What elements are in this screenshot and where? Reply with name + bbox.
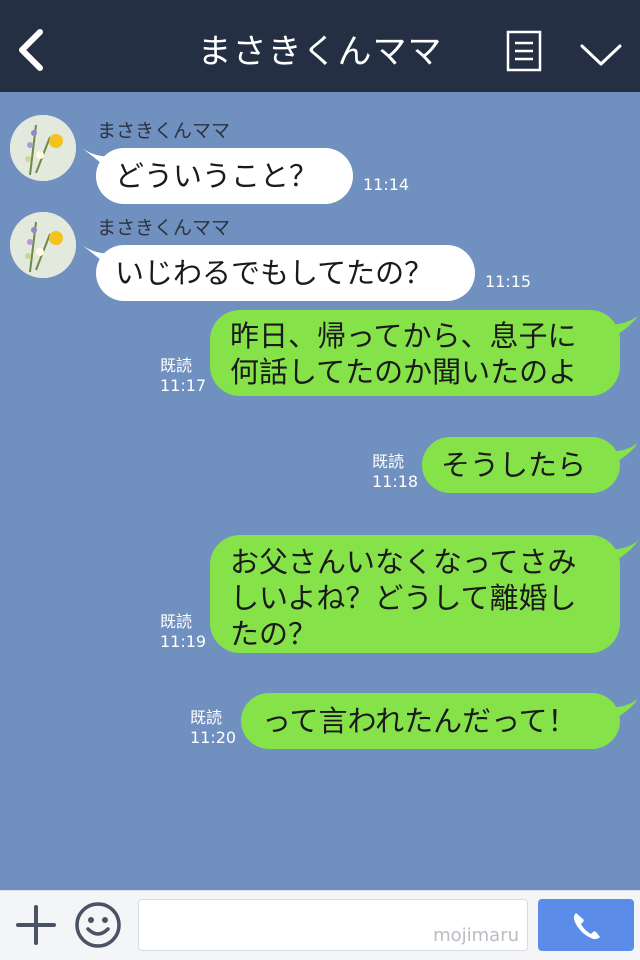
read-receipt: 既読 <box>372 452 405 471</box>
message-bubble[interactable]: そうしたら <box>422 437 620 493</box>
flower-avatar-icon <box>10 115 76 181</box>
note-list-icon <box>506 30 542 72</box>
avatar[interactable] <box>10 115 76 181</box>
timestamp: 11:15 <box>485 272 532 291</box>
sender-name: まさきくんママ <box>97 120 231 142</box>
message-bubble[interactable]: いじわるでもしてたの？ <box>96 245 475 301</box>
notes-button[interactable] <box>506 30 542 72</box>
timestamp: 11:18 <box>372 472 419 491</box>
message-text: どういうこと？ <box>115 159 319 193</box>
menu-button[interactable] <box>578 38 624 68</box>
chevron-left-icon <box>19 29 43 71</box>
sender-name: まさきくんママ <box>97 217 231 239</box>
message-text: 何話してたのか聞いたのよ <box>230 355 578 389</box>
message-bubble[interactable]: お父さんいなくなってさみ しいよね？どうして離婚し たの？ <box>210 535 620 653</box>
message-text: そうしたら <box>441 448 587 482</box>
timestamp: 11:14 <box>363 175 410 194</box>
timestamp: 11:19 <box>160 632 207 651</box>
emoji-button[interactable] <box>74 901 122 949</box>
bubble-tail <box>606 699 638 723</box>
timestamp: 11:20 <box>190 728 237 747</box>
message-text: いじわるでもしてたの？ <box>115 256 434 290</box>
watermark: mojimaru <box>433 925 519 946</box>
message-text: 昨日、帰ってから、息子に <box>230 319 577 353</box>
message-input[interactable]: mojimaru <box>138 899 528 951</box>
read-receipt: 既読 <box>160 612 193 631</box>
timestamp: 11:17 <box>160 376 207 395</box>
flower-avatar-icon <box>10 212 76 278</box>
read-receipt: 既読 <box>160 356 193 375</box>
back-button[interactable] <box>10 22 54 78</box>
smiley-icon <box>75 902 121 948</box>
phone-icon <box>573 913 600 940</box>
message-text: お父さんいなくなってさみ <box>230 545 577 579</box>
bubble-tail <box>606 316 638 340</box>
call-button[interactable] <box>538 899 634 951</box>
message-bubble[interactable]: 昨日、帰ってから、息子に 何話してたのか聞いたのよ <box>210 310 620 396</box>
message-text: って言われたんだって！ <box>262 704 577 738</box>
plus-icon <box>16 905 56 945</box>
avatar[interactable] <box>10 212 76 278</box>
chat-header: まさきくんママ <box>0 0 640 92</box>
read-receipt: 既読 <box>190 708 223 727</box>
add-button[interactable] <box>14 903 58 947</box>
message-bubble[interactable]: って言われたんだって！ <box>241 693 620 749</box>
input-bar: mojimaru <box>0 890 640 960</box>
page-title: まさきくんママ <box>197 32 443 72</box>
message-text: しいよね？どうして離婚し <box>230 581 577 615</box>
bubble-tail <box>606 541 638 565</box>
message-text: たの？ <box>230 617 318 651</box>
message-bubble[interactable]: どういうこと？ <box>96 148 353 204</box>
bubble-tail <box>606 443 638 467</box>
chevron-down-icon <box>580 44 622 66</box>
